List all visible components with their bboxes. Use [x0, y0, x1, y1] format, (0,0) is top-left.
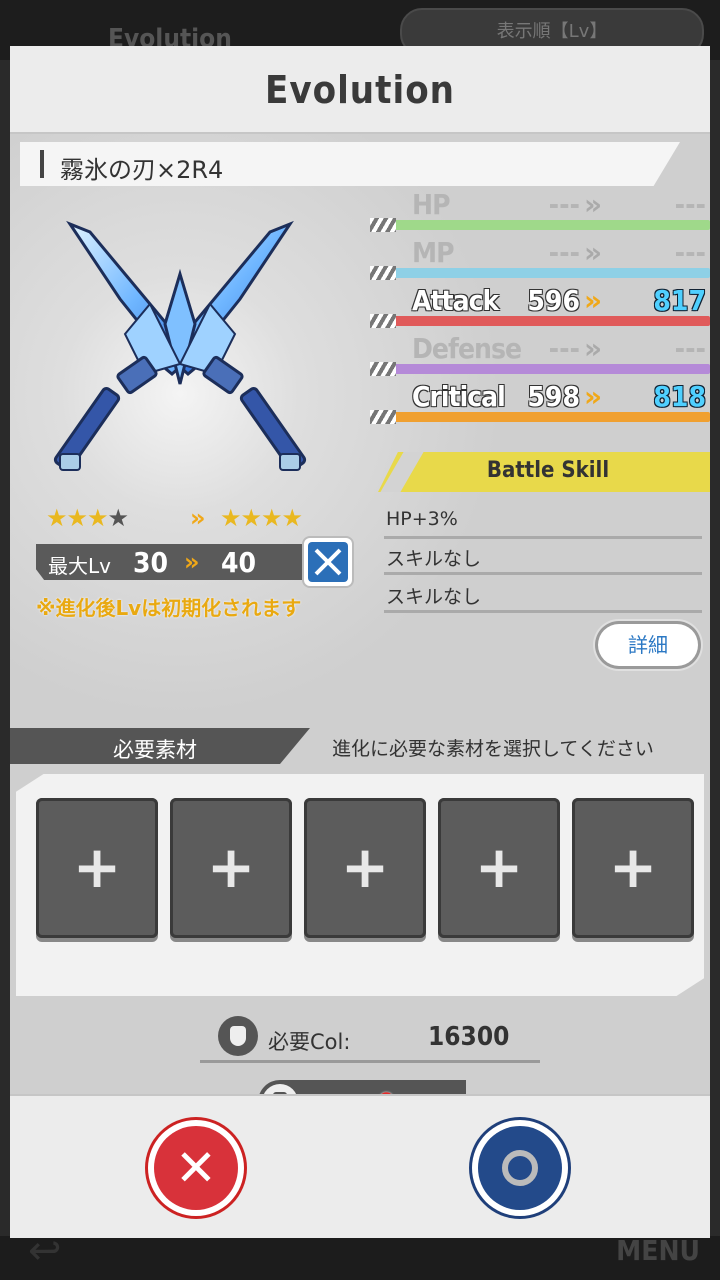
rarity-row: ★★★★ » ★★★★ [46, 504, 346, 534]
stat-label: HP [412, 188, 451, 221]
materials-header: 必要素材 [10, 728, 310, 764]
material-slot[interactable]: + [170, 798, 292, 938]
stat-after: --- [674, 188, 706, 221]
money-bag-icon [218, 1016, 258, 1056]
stat-arrow-icon: » [584, 284, 602, 317]
background-footer [0, 1236, 720, 1280]
required-col-label: 必要Col: [268, 1030, 351, 1054]
stat-after: --- [674, 236, 706, 269]
stat-before: --- [548, 332, 580, 365]
max-level-label: 最大Lv [48, 554, 111, 578]
stat-before: --- [548, 236, 580, 269]
plus-icon: + [608, 833, 658, 901]
evolution-modal: Evolution 霧氷の刃×2R4 ★★★★ » ★★★★ 最大Lv 30 »… [10, 46, 710, 1238]
stat-mp: MP --- » --- [370, 236, 710, 280]
stat-label: Critical [412, 380, 506, 413]
skill-line: HP+3% [384, 504, 702, 539]
materials-hint: 進化に必要な素材を選択してください [332, 738, 654, 760]
level-reset-note: ※進化後Lvは初期化されます [36, 596, 302, 620]
stat-hp: HP --- » --- [370, 188, 710, 232]
materials-panel: + + + + + [16, 774, 704, 996]
rarity-after: ★★★★ [220, 504, 303, 532]
max-level-bar: 最大Lv 30 » 40 [36, 544, 306, 580]
divider [200, 1060, 540, 1063]
max-level-after: 40 [221, 546, 257, 579]
rarity-before: ★★★★ [46, 504, 129, 532]
stat-after: 818 [653, 380, 706, 413]
item-name-bar: 霧氷の刃×2R4 [20, 142, 680, 186]
background-menu-label: MENU [616, 1234, 700, 1267]
stat-arrow-icon: » [584, 332, 602, 365]
modal-footer: ✕ [10, 1094, 710, 1238]
level-arrow-icon: » [184, 548, 199, 576]
detail-button[interactable]: 詳細 [598, 624, 698, 666]
plus-icon: + [72, 833, 122, 901]
stat-label: MP [412, 236, 455, 269]
stat-before: --- [548, 188, 580, 221]
material-slot[interactable]: + [304, 798, 426, 938]
battle-skill-header: Battle Skill [378, 452, 710, 492]
cancel-button[interactable]: ✕ [148, 1120, 244, 1216]
stat-label: Attack [412, 284, 499, 317]
max-level-before: 30 [133, 546, 169, 579]
modal-title: Evolution [264, 68, 456, 112]
circle-icon [502, 1150, 538, 1186]
stat-arrow-icon: » [584, 236, 602, 269]
item-name: 霧氷の刃×2R4 [60, 156, 224, 184]
rarity-arrow-icon: » [190, 504, 205, 532]
stat-defense: Defense --- » --- [370, 332, 710, 376]
material-slot[interactable]: + [438, 798, 560, 938]
material-slot[interactable]: + [36, 798, 158, 938]
battle-skill-title: Battle Skill [486, 458, 610, 483]
stat-arrow-icon: » [584, 188, 602, 221]
crossed-swords-icon [314, 548, 342, 576]
stat-critical: Critical 598 » 818 [370, 380, 710, 424]
modal-content: 霧氷の刃×2R4 ★★★★ » ★★★★ 最大Lv 30 » 40 ※進化後Lv… [10, 134, 710, 1124]
material-slot[interactable]: + [572, 798, 694, 938]
skill-line: スキルなし [384, 578, 702, 613]
confirm-button[interactable] [472, 1120, 568, 1216]
close-icon: ✕ [154, 1126, 238, 1210]
stat-after: --- [674, 332, 706, 365]
plus-icon: + [206, 833, 256, 901]
required-col-value: 16300 [428, 1022, 510, 1052]
materials-label: 必要素材 [113, 738, 197, 762]
stat-arrow-icon: » [584, 380, 602, 413]
modal-header: Evolution [10, 46, 710, 134]
stat-after: 817 [653, 284, 706, 317]
stat-label: Defense [412, 332, 522, 365]
weapon-type-button[interactable] [304, 538, 352, 586]
skill-line: スキルなし [384, 540, 702, 575]
stat-before: 598 [527, 380, 580, 413]
stat-attack: Attack 596 » 817 [370, 284, 710, 328]
stat-before: 596 [527, 284, 580, 317]
weapon-image [53, 220, 307, 471]
plus-icon: + [474, 833, 524, 901]
plus-icon: + [340, 833, 390, 901]
